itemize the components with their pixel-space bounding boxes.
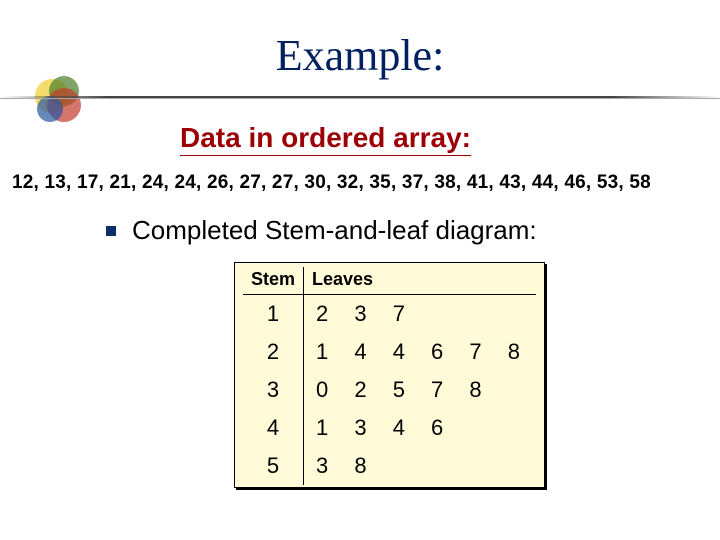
bullet-icon xyxy=(106,226,116,236)
ordered-array-values: 12, 13, 17, 21, 24, 24, 26, 27, 27, 30, … xyxy=(12,172,651,194)
col-header-stem: Stem xyxy=(243,267,304,295)
table-row: 2 1 4 4 6 7 8 xyxy=(243,333,536,371)
stem-cell: 5 xyxy=(243,447,304,485)
title-underline xyxy=(0,96,720,99)
stem-cell: 4 xyxy=(243,409,304,447)
table-row: 3 0 2 5 7 8 xyxy=(243,371,536,409)
bullet-text: Completed Stem-and-leaf diagram: xyxy=(132,215,537,246)
stem-leaf-table: Stem Leaves 1 2 3 7 2 1 4 4 6 7 8 3 0 2 … xyxy=(234,262,545,488)
leaves-cell: 1 3 4 6 xyxy=(304,409,536,447)
col-header-leaves: Leaves xyxy=(304,267,536,295)
stem-cell: 2 xyxy=(243,333,304,371)
leaves-cell: 2 3 7 xyxy=(304,295,536,334)
leaves-cell: 3 8 xyxy=(304,447,536,485)
table-row: 4 1 3 4 6 xyxy=(243,409,536,447)
leaves-cell: 1 4 4 6 7 8 xyxy=(304,333,536,371)
slide-title: Example: xyxy=(0,30,720,81)
bullet-line: Completed Stem-and-leaf diagram: xyxy=(106,215,537,246)
leaves-cell: 0 2 5 7 8 xyxy=(304,371,536,409)
stem-cell: 1 xyxy=(243,295,304,334)
stem-cell: 3 xyxy=(243,371,304,409)
ordered-array-label: Data in ordered array: xyxy=(180,122,471,156)
table-row: 1 2 3 7 xyxy=(243,295,536,334)
table-row: 5 3 8 xyxy=(243,447,536,485)
